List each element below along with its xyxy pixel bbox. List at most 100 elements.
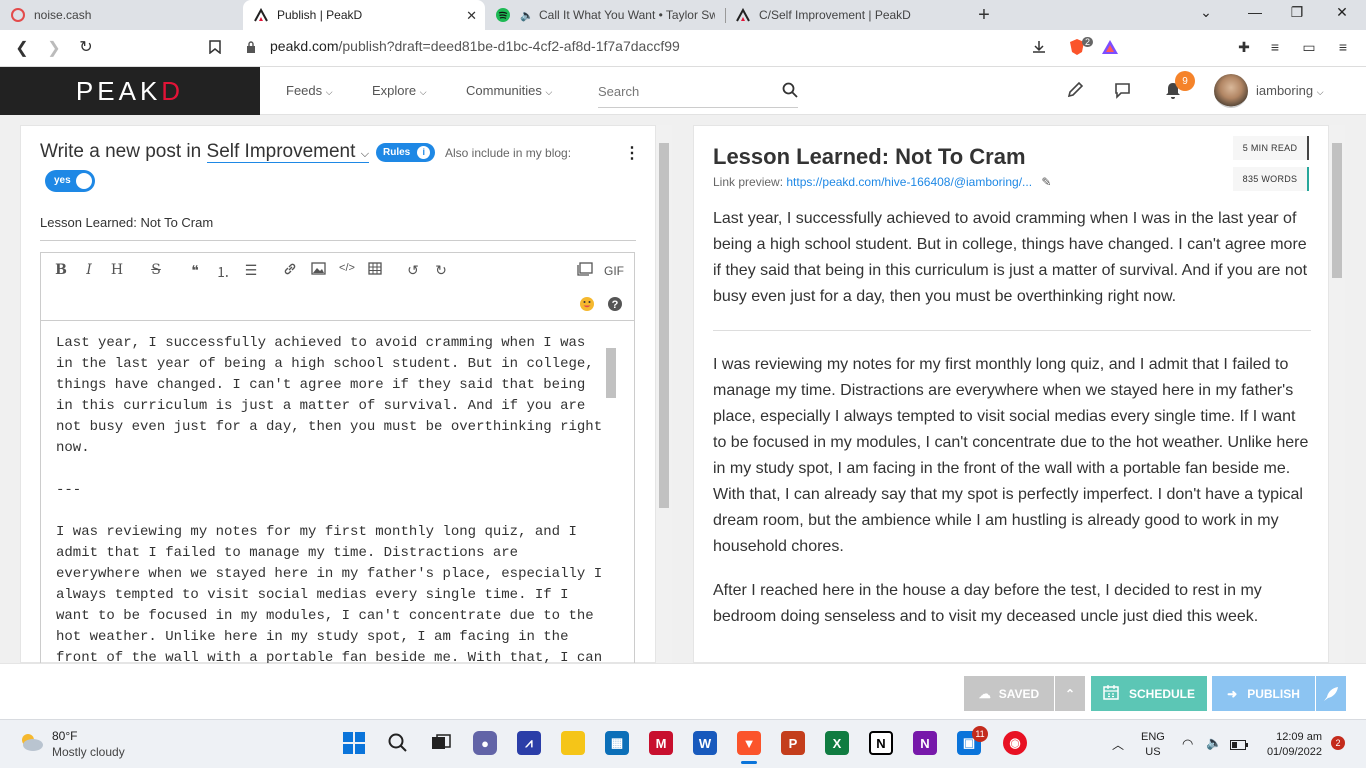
chevron-up-icon: ⌃ xyxy=(1064,686,1076,701)
image-icon[interactable] xyxy=(309,262,327,278)
cloudy-weather-icon[interactable] xyxy=(18,732,44,757)
brave-browser-icon[interactable]: ▼ xyxy=(737,731,761,755)
maximize-icon[interactable]: ❐ xyxy=(1287,4,1307,21)
pencil-icon[interactable] xyxy=(1066,81,1084,104)
edit-link-icon[interactable]: ✎ xyxy=(1041,175,1051,189)
brave-rewards-icon[interactable] xyxy=(1101,38,1119,56)
link-preview: Link preview: https://peakd.com/hive-166… xyxy=(713,175,1051,189)
windows-start-icon[interactable] xyxy=(342,731,366,755)
task-view-icon[interactable] xyxy=(429,731,453,755)
tab-noise-cash[interactable]: noise.cash xyxy=(0,0,243,30)
screen-recorder-icon[interactable]: ◉ xyxy=(1003,731,1027,755)
emoji-icon[interactable] xyxy=(578,296,596,315)
nav-feeds[interactable]: Feeds ⌵ xyxy=(286,83,333,98)
file-explorer-icon[interactable] xyxy=(561,731,585,755)
tab-publish-peakd[interactable]: Publish | PeakD ✕ xyxy=(243,0,485,30)
chat-icon[interactable] xyxy=(1114,81,1134,104)
volume-icon[interactable]: 🔈 xyxy=(1206,735,1222,751)
saved-button[interactable]: ☁ SAVED xyxy=(964,676,1054,711)
blog-toggle[interactable]: yes xyxy=(45,170,95,192)
notion-icon[interactable]: N xyxy=(869,731,893,755)
url-bar[interactable]: peakd.com/publish?draft=deed81be-d1bc-4c… xyxy=(270,38,680,54)
editor-heading-text: Write a new post in xyxy=(40,141,202,162)
strikethrough-button[interactable]: S xyxy=(147,262,165,278)
peakd-logo[interactable]: PE AK D xyxy=(0,67,260,115)
tab-self-improvement[interactable]: C/Self Improvement | PeakD xyxy=(725,0,965,30)
tab-spotify[interactable]: 🔈 Call It What You Want • Taylor Swif xyxy=(485,0,725,30)
help-icon[interactable]: ? xyxy=(606,296,624,315)
undo-icon[interactable]: ↺ xyxy=(404,262,422,279)
redo-icon[interactable]: ↻ xyxy=(432,262,450,279)
nav-explore[interactable]: Explore ⌵ xyxy=(372,83,427,98)
teams-chat-icon[interactable]: ● xyxy=(473,731,497,755)
bookmark-icon[interactable] xyxy=(206,38,224,56)
avatar[interactable] xyxy=(1214,74,1248,108)
unordered-list-icon[interactable]: ☰ xyxy=(242,262,260,279)
chevron-up-icon[interactable]: ︿ xyxy=(1112,736,1124,753)
language-indicator[interactable]: ENG US xyxy=(1141,730,1165,760)
code-icon[interactable]: </> xyxy=(338,262,356,274)
preview-scrollbar[interactable] xyxy=(1329,125,1345,663)
download-icon[interactable] xyxy=(1030,38,1048,56)
table-icon[interactable] xyxy=(366,262,384,278)
gif-button[interactable]: GIF xyxy=(602,264,626,278)
back-icon[interactable]: ❮ xyxy=(12,38,32,58)
wallet-icon[interactable]: ▭ xyxy=(1300,38,1318,56)
tab-search-icon[interactable]: ⌄ xyxy=(1196,4,1216,21)
weather-description: Mostly cloudy xyxy=(52,745,125,759)
publish-button[interactable]: ➜ PUBLISH xyxy=(1212,676,1315,711)
media-icon[interactable]: ≡ xyxy=(1266,38,1284,56)
close-tab-icon[interactable]: ✕ xyxy=(466,8,477,24)
logo-text: PE xyxy=(75,75,119,106)
notification-count[interactable]: 2 xyxy=(1331,736,1345,750)
microsoft-store-icon[interactable]: ▦ xyxy=(605,731,629,755)
wifi-icon[interactable]: ◠ xyxy=(1182,736,1193,752)
system-clock[interactable]: 12:09 am 01/09/2022 xyxy=(1262,730,1322,760)
schedule-button[interactable]: SCHEDULE xyxy=(1091,676,1207,711)
rules-button[interactable]: Rules i xyxy=(376,143,435,162)
peakd-icon xyxy=(735,7,751,23)
mcafee-icon[interactable]: M xyxy=(649,731,673,755)
quote-button[interactable]: ❝ xyxy=(186,262,204,279)
battery-icon[interactable] xyxy=(1230,737,1248,755)
save-options-button[interactable]: ⌃ xyxy=(1055,676,1085,711)
markdown-textarea[interactable]: Last year, I successfully achieved to av… xyxy=(56,333,604,663)
browser-menu-icon[interactable]: ≡ xyxy=(1334,38,1352,56)
onenote-icon[interactable]: N xyxy=(913,731,937,755)
link-icon[interactable] xyxy=(281,262,299,279)
search-taskbar-icon[interactable] xyxy=(386,731,410,755)
forward-icon[interactable]: ❯ xyxy=(44,38,64,58)
app-icon[interactable]: ⩘ xyxy=(517,731,541,755)
minimize-icon[interactable]: — xyxy=(1245,4,1265,20)
toggle-label: yes xyxy=(54,175,71,186)
search-icon[interactable] xyxy=(782,82,798,103)
editor-scrollbar[interactable] xyxy=(656,125,672,663)
new-tab-button[interactable]: + xyxy=(974,4,994,27)
calendar-icon xyxy=(1103,684,1119,703)
excel-icon[interactable]: X xyxy=(825,731,849,755)
search-input[interactable]: Search xyxy=(598,80,798,108)
textarea-scrollbar[interactable] xyxy=(604,332,618,660)
user-menu[interactable]: iamboring ⌵ xyxy=(1256,83,1324,98)
post-title-input[interactable]: Lesson Learned: Not To Cram xyxy=(40,215,213,230)
link-preview-url[interactable]: https://peakd.com/hive-166408/@iamboring… xyxy=(786,175,1032,189)
heading-button[interactable]: H xyxy=(108,262,126,278)
ordered-list-icon[interactable]: ⒈ xyxy=(214,262,232,282)
tab-title: Publish | PeakD xyxy=(277,8,363,22)
preview-paragraph: Last year, I successfully achieved to av… xyxy=(713,210,1308,305)
nav-communities[interactable]: Communities ⌵ xyxy=(466,83,552,98)
community-selector[interactable]: Self Improvement ⌵ xyxy=(206,141,370,163)
reload-icon[interactable]: ↻ xyxy=(76,37,96,57)
bold-button[interactable]: B xyxy=(52,262,70,278)
extensions-icon[interactable]: ✚ xyxy=(1235,38,1253,56)
speaker-icon[interactable]: 🔈 xyxy=(519,7,535,23)
close-window-icon[interactable]: ✕ xyxy=(1332,4,1352,21)
powerpoint-icon[interactable]: P xyxy=(781,731,805,755)
word-icon[interactable]: W xyxy=(693,731,717,755)
more-options-icon[interactable]: ⋮ xyxy=(624,143,640,163)
italic-button[interactable]: I xyxy=(80,262,98,278)
rocket-icon[interactable] xyxy=(1316,676,1346,711)
weather-temperature[interactable]: 80°F xyxy=(52,729,77,743)
templates-icon[interactable] xyxy=(576,262,594,279)
chevron-down-icon: ⌵ xyxy=(419,87,427,97)
